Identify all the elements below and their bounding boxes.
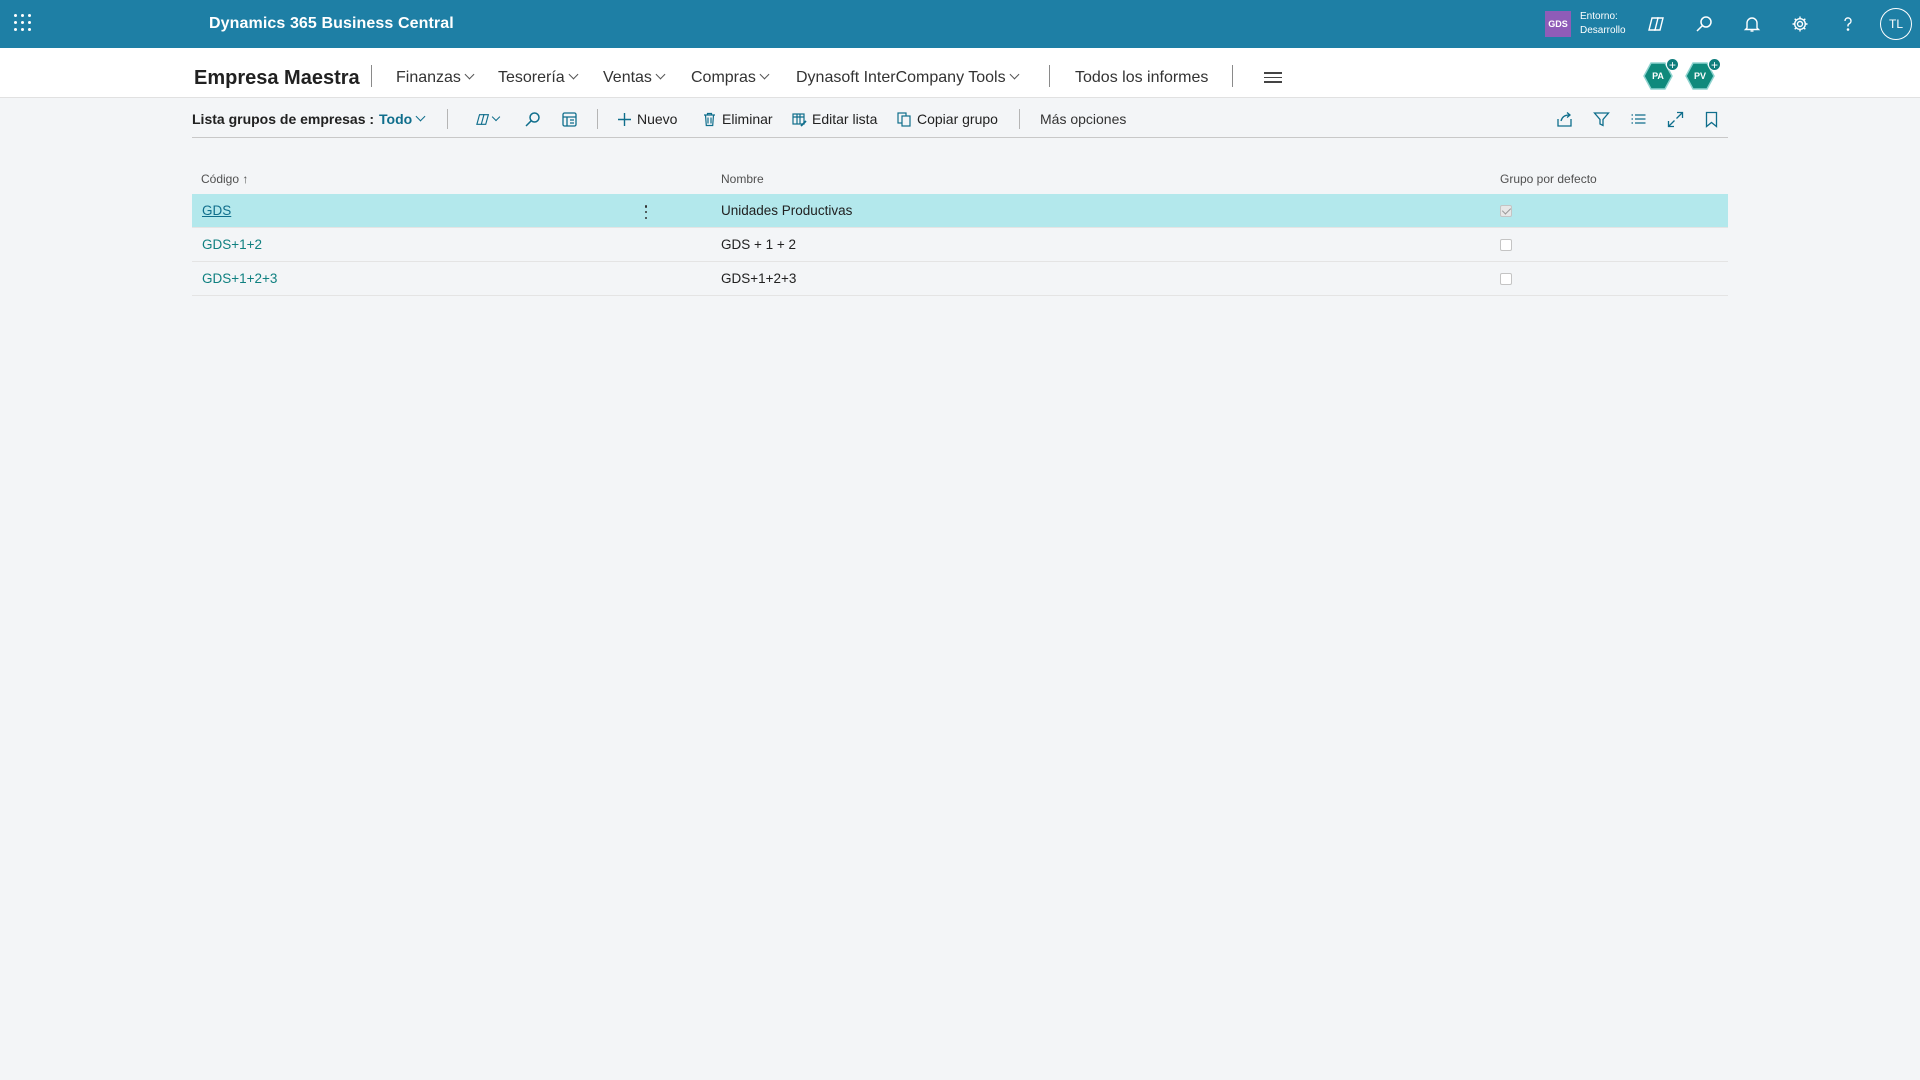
- more-menu-icon[interactable]: [1264, 72, 1282, 83]
- gear-icon[interactable]: [1788, 12, 1812, 36]
- copilot-icon[interactable]: [1644, 12, 1668, 36]
- name-cell[interactable]: GDS+1+2+3: [721, 262, 796, 296]
- table-header: Código ↑ Nombre Grupo por defecto: [192, 166, 1728, 194]
- app-launcher-icon[interactable]: [14, 14, 33, 33]
- add-icon: +: [1708, 58, 1721, 71]
- new-button[interactable]: Nuevo: [617, 100, 677, 138]
- add-icon: +: [1666, 58, 1679, 71]
- menu-ventas[interactable]: Ventas: [603, 48, 666, 98]
- menu-tesoreria[interactable]: Tesorería: [498, 48, 579, 98]
- app-header: Dynamics 365 Business Central GDS Entorn…: [0, 0, 1920, 48]
- menu-finanzas-label: Finanzas: [396, 69, 461, 86]
- all-reports-link[interactable]: Todos los informes: [1075, 48, 1208, 98]
- chevron-down-icon: [1009, 69, 1020, 80]
- delete-button[interactable]: Eliminar: [702, 100, 773, 138]
- copy-group-button[interactable]: Copiar grupo: [897, 100, 998, 138]
- menu-compras-label: Compras: [691, 69, 756, 86]
- nav-divider: [371, 65, 372, 87]
- copilot-dropdown[interactable]: [470, 109, 504, 129]
- chevron-down-icon: [415, 111, 426, 122]
- menu-dynasoft-intercompany-tools[interactable]: Dynasoft InterCompany Tools: [796, 48, 1020, 98]
- search-icon[interactable]: [1692, 12, 1716, 36]
- badge-pa[interactable]: PA +: [1643, 58, 1679, 90]
- action-divider: [597, 109, 598, 129]
- menu-tesoreria-label: Tesorería: [498, 69, 565, 86]
- code-cell[interactable]: GDS+1+2+3: [202, 262, 277, 296]
- share-icon[interactable]: [1554, 109, 1574, 129]
- default-group-checkbox[interactable]: [1500, 239, 1512, 251]
- bookmark-icon[interactable]: [1701, 109, 1721, 129]
- action-bar: Lista grupos de empresas : Todo Nuevo El…: [192, 100, 1728, 138]
- nav-divider: [1049, 65, 1050, 87]
- name-cell[interactable]: Unidades Productivas: [721, 194, 852, 228]
- page-title: Lista grupos de empresas :: [192, 111, 375, 127]
- company-groups-table: Código ↑ Nombre Grupo por defecto GDS Un…: [192, 166, 1728, 296]
- new-button-label: Nuevo: [637, 111, 678, 127]
- action-divider: [1019, 109, 1020, 129]
- row-actions-icon[interactable]: [644, 205, 648, 219]
- user-avatar[interactable]: TL: [1880, 8, 1912, 40]
- code-cell[interactable]: GDS+1+2: [202, 228, 262, 262]
- edit-list-button-label: Editar lista: [812, 111, 878, 127]
- environment-info[interactable]: Entorno: Desarrollo: [1580, 10, 1626, 38]
- code-cell[interactable]: GDS: [202, 194, 231, 228]
- plus-icon: [618, 112, 631, 126]
- view-filter-value: Todo: [379, 111, 413, 127]
- default-group-checkbox[interactable]: [1500, 205, 1512, 217]
- column-header-code-label: Código: [201, 172, 240, 186]
- copy-icon: [897, 111, 911, 127]
- default-group-checkbox[interactable]: [1500, 273, 1512, 285]
- column-header-default-group[interactable]: Grupo por defecto: [1500, 172, 1597, 186]
- environment-label: Entorno:: [1580, 11, 1618, 22]
- chevron-down-icon: [568, 69, 579, 80]
- analysis-mode-icon[interactable]: [559, 109, 579, 129]
- view-filter-dropdown[interactable]: Todo: [379, 100, 426, 138]
- expand-icon[interactable]: [1665, 109, 1685, 129]
- list-view-icon[interactable]: [1628, 109, 1648, 129]
- environment-badge[interactable]: GDS: [1545, 11, 1571, 37]
- environment-name: Desarrollo: [1580, 25, 1626, 36]
- column-header-code[interactable]: Código ↑: [201, 172, 248, 186]
- edit-list-icon: [792, 112, 807, 127]
- menu-compras[interactable]: Compras: [691, 48, 770, 98]
- table-row[interactable]: GDS Unidades Productivas: [192, 194, 1728, 228]
- delete-button-label: Eliminar: [722, 111, 773, 127]
- table-row[interactable]: GDS+1+2+3 GDS+1+2+3: [192, 262, 1728, 296]
- menu-finanzas[interactable]: Finanzas: [396, 48, 475, 98]
- edit-list-button[interactable]: Editar lista: [792, 100, 877, 138]
- navigation-bar: Empresa Maestra Finanzas Tesorería Venta…: [0, 48, 1920, 98]
- chevron-down-icon: [759, 69, 770, 80]
- filter-icon[interactable]: [1591, 109, 1611, 129]
- column-header-name[interactable]: Nombre: [721, 172, 764, 186]
- badge-pv[interactable]: PV +: [1685, 58, 1721, 90]
- company-name[interactable]: Empresa Maestra: [194, 48, 360, 98]
- bell-icon[interactable]: [1740, 12, 1764, 36]
- search-list-icon[interactable]: [522, 109, 542, 129]
- copilot-icon: [475, 113, 489, 125]
- help-icon[interactable]: [1836, 12, 1860, 36]
- trash-icon: [704, 112, 715, 126]
- nav-divider: [1232, 65, 1233, 87]
- name-cell[interactable]: GDS + 1 + 2: [721, 228, 796, 262]
- chevron-down-icon: [491, 112, 500, 122]
- sort-ascending-icon: ↑: [242, 172, 249, 186]
- app-title[interactable]: Dynamics 365 Business Central: [209, 0, 454, 48]
- menu-dynasoft-label: Dynasoft InterCompany Tools: [796, 69, 1006, 86]
- table-row[interactable]: GDS+1+2 GDS + 1 + 2: [192, 228, 1728, 262]
- menu-ventas-label: Ventas: [603, 69, 652, 86]
- chevron-down-icon: [655, 69, 666, 80]
- chevron-down-icon: [464, 69, 475, 80]
- action-divider: [447, 109, 448, 129]
- more-options-button[interactable]: Más opciones: [1040, 100, 1126, 138]
- copy-group-button-label: Copiar grupo: [917, 111, 998, 127]
